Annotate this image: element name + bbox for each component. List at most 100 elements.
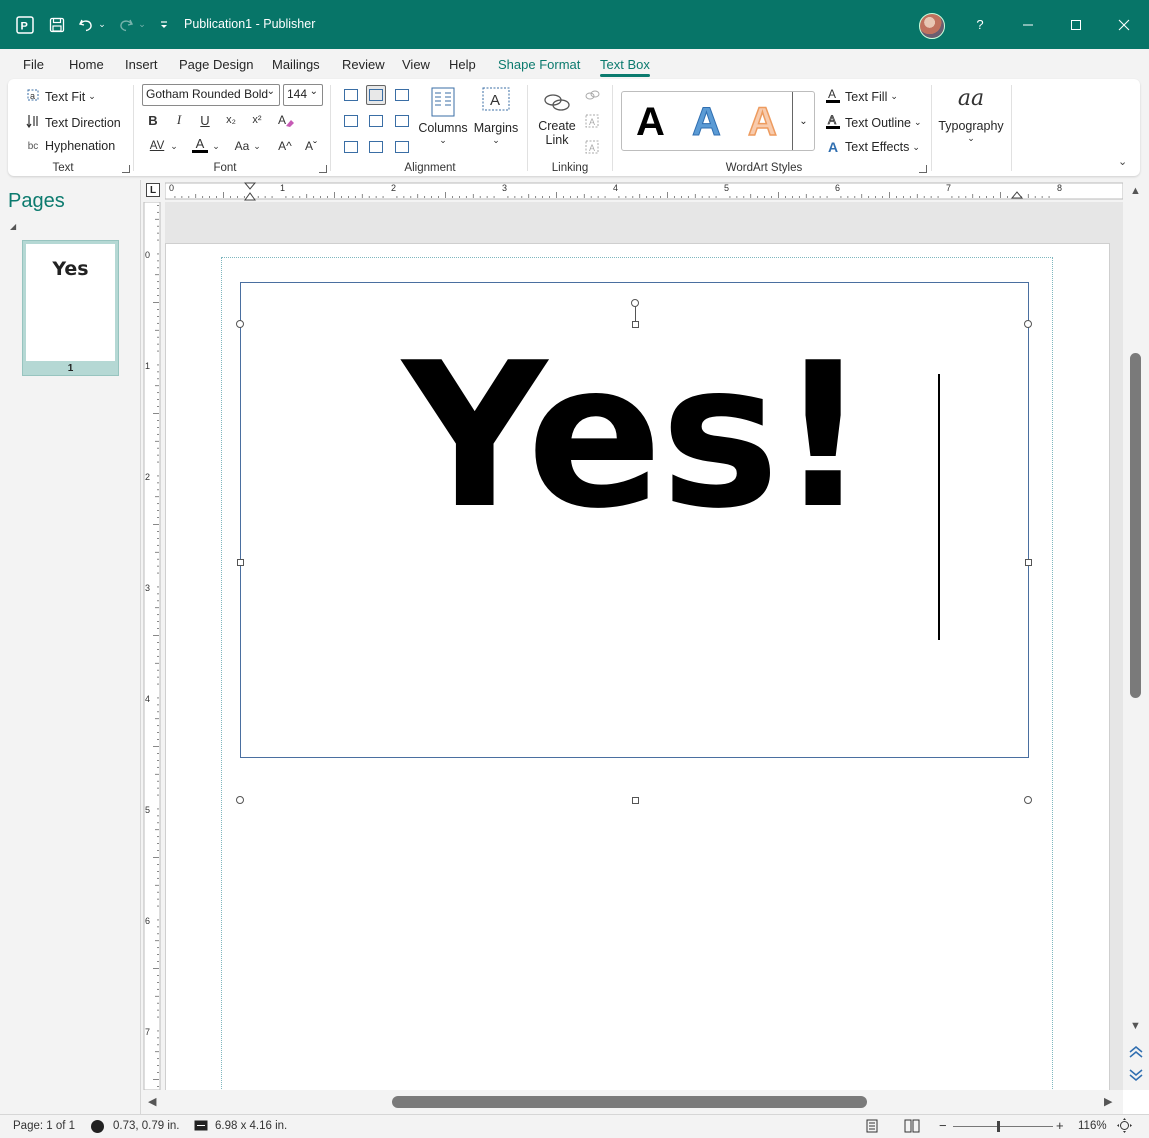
font-name-combo[interactable]: Gotham Rounded Bold ⌄ xyxy=(142,84,280,106)
font-size-combo[interactable]: 144 ⌄ xyxy=(283,84,323,106)
columns-button[interactable]: Columns ⌄ xyxy=(418,87,468,146)
help-button[interactable]: ? xyxy=(970,0,990,49)
tab-page-design[interactable]: Page Design xyxy=(179,57,253,72)
create-link-button[interactable]: Create Link xyxy=(535,87,579,147)
two-page-view-icon[interactable] xyxy=(904,1119,920,1136)
chevron-down-icon[interactable]: ⌄ xyxy=(251,135,263,157)
hyphenation-button[interactable]: bc Hyphenation xyxy=(24,139,115,153)
tab-shape-format[interactable]: Shape Format xyxy=(498,57,580,72)
collapse-ribbon-icon[interactable]: ⌄ xyxy=(1118,155,1127,168)
text-box-content[interactable]: Yes! xyxy=(241,327,1028,547)
shrink-font-button[interactable]: Aˇ xyxy=(300,135,322,157)
bold-button[interactable]: B xyxy=(142,109,164,131)
tab-help[interactable]: Help xyxy=(449,57,476,72)
italic-button[interactable]: I xyxy=(168,109,190,131)
resize-handle-bottom-left[interactable] xyxy=(236,796,244,804)
zoom-level[interactable]: 116% xyxy=(1078,1120,1107,1132)
vertical-scrollbar[interactable]: ▲ ▼ xyxy=(1123,180,1149,1090)
align-top-left-button[interactable] xyxy=(341,85,361,105)
align-bottom-left-button[interactable] xyxy=(341,137,361,157)
align-middle-right-button[interactable] xyxy=(392,111,412,131)
tab-home[interactable]: Home xyxy=(69,57,104,72)
align-middle-center-button[interactable] xyxy=(366,111,386,131)
zoom-slider[interactable] xyxy=(953,1121,1053,1132)
resize-handle-top[interactable] xyxy=(632,321,639,328)
text-outline-button[interactable]: A Text Outline ⌄ xyxy=(824,113,922,132)
horizontal-scroll-thumb[interactable] xyxy=(392,1096,867,1108)
text-effects-button[interactable]: A Text Effects ⌄ xyxy=(824,139,920,155)
tab-stop-selector[interactable]: L xyxy=(141,180,165,202)
scroll-left-icon[interactable]: ◀ xyxy=(148,1095,156,1108)
resize-handle-top-right[interactable] xyxy=(1024,320,1032,328)
wordart-style-blue[interactable]: A xyxy=(692,102,722,143)
text-direction-button[interactable]: Text Direction xyxy=(24,113,121,132)
scroll-down-icon[interactable]: ▼ xyxy=(1130,1020,1141,1032)
clear-formatting-icon[interactable]: A xyxy=(275,109,297,131)
horizontal-scrollbar[interactable]: ◀ ▶ xyxy=(141,1090,1123,1114)
next-page-icon[interactable] xyxy=(1128,1067,1144,1086)
next-text-box-icon[interactable]: A xyxy=(581,136,603,158)
undo-icon[interactable] xyxy=(76,0,96,49)
resize-handle-bottom[interactable] xyxy=(632,797,639,804)
wordart-group-launcher-icon[interactable] xyxy=(919,165,927,173)
object-position[interactable]: 0.73, 0.79 in. xyxy=(113,1120,180,1132)
single-page-view-icon[interactable] xyxy=(865,1119,879,1136)
fit-page-icon[interactable] xyxy=(1117,1118,1132,1136)
previous-page-icon[interactable] xyxy=(1128,1044,1144,1063)
page-indicator[interactable]: Page: 1 of 1 xyxy=(13,1120,75,1132)
text-fit-button[interactable]: a Text Fit ⌄ xyxy=(24,87,96,106)
align-bottom-right-button[interactable] xyxy=(392,137,412,157)
typography-button[interactable]: aa Typography ⌄ xyxy=(937,85,1005,144)
redo-icon[interactable] xyxy=(116,0,136,49)
font-group-launcher-icon[interactable] xyxy=(319,165,327,173)
tab-mailings[interactable]: Mailings xyxy=(272,57,320,72)
user-avatar[interactable] xyxy=(919,13,945,39)
align-bottom-center-button[interactable] xyxy=(366,137,386,157)
maximize-icon[interactable] xyxy=(1066,0,1086,49)
subscript-button[interactable]: x₂ xyxy=(220,109,242,131)
wordart-more-icon[interactable]: ⌄ xyxy=(792,92,814,150)
save-icon[interactable] xyxy=(46,0,68,49)
font-color-button[interactable]: A xyxy=(189,133,211,155)
close-icon[interactable] xyxy=(1114,0,1134,49)
align-middle-left-button[interactable] xyxy=(341,111,361,131)
horizontal-ruler[interactable]: 0 1 2 3 4 5 6 7 8 xyxy=(165,180,1123,202)
wordart-style-orange[interactable]: A xyxy=(747,101,777,143)
margins-button[interactable]: A Margins ⌄ xyxy=(471,87,521,146)
previous-text-box-icon[interactable]: A xyxy=(581,110,603,132)
tab-insert[interactable]: Insert xyxy=(125,57,158,72)
tab-view[interactable]: View xyxy=(402,57,430,72)
object-size[interactable]: 6.98 x 4.16 in. xyxy=(215,1120,287,1132)
tab-review[interactable]: Review xyxy=(342,57,385,72)
customize-quick-access-icon[interactable] xyxy=(156,0,172,49)
rotation-handle[interactable] xyxy=(631,299,639,307)
redo-dropdown-icon[interactable]: ⌄ xyxy=(137,0,147,49)
break-link-icon[interactable] xyxy=(581,84,603,106)
wordart-gallery[interactable]: A A A ⌄ xyxy=(621,91,815,151)
superscript-button[interactable]: x² xyxy=(246,109,268,131)
text-box[interactable]: Yes! xyxy=(240,282,1029,758)
vertical-ruler[interactable]: 0 1 2 3 4 5 6 7 xyxy=(141,202,165,1090)
undo-dropdown-icon[interactable]: ⌄ xyxy=(97,0,107,49)
page-thumbnail[interactable]: Yes 1 xyxy=(22,240,119,376)
chevron-down-icon[interactable]: ⌄ xyxy=(210,135,222,157)
vertical-scroll-thumb[interactable] xyxy=(1130,353,1141,698)
align-top-right-button[interactable] xyxy=(392,85,412,105)
minimize-icon[interactable] xyxy=(1018,0,1038,49)
wordart-style-black[interactable]: A xyxy=(636,102,665,142)
resize-handle-right[interactable] xyxy=(1025,559,1032,566)
text-fill-button[interactable]: A Text Fill ⌄ xyxy=(824,87,898,106)
zoom-slider-thumb[interactable] xyxy=(997,1121,1000,1132)
chevron-down-icon[interactable]: ⌄ xyxy=(168,135,180,157)
resize-handle-bottom-right[interactable] xyxy=(1024,796,1032,804)
scroll-up-icon[interactable]: ▲ xyxy=(1130,185,1141,197)
text-group-launcher-icon[interactable] xyxy=(122,165,130,173)
resize-handle-top-left[interactable] xyxy=(236,320,244,328)
grow-font-button[interactable]: A^ xyxy=(274,135,296,157)
align-top-center-button[interactable] xyxy=(366,85,386,105)
zoom-out-icon[interactable]: − xyxy=(939,1118,947,1133)
collapse-triangle-icon[interactable]: ◢ xyxy=(10,222,16,231)
character-spacing-button[interactable]: AV xyxy=(144,135,170,157)
resize-handle-left[interactable] xyxy=(237,559,244,566)
tab-text-box[interactable]: Text Box xyxy=(600,57,650,77)
